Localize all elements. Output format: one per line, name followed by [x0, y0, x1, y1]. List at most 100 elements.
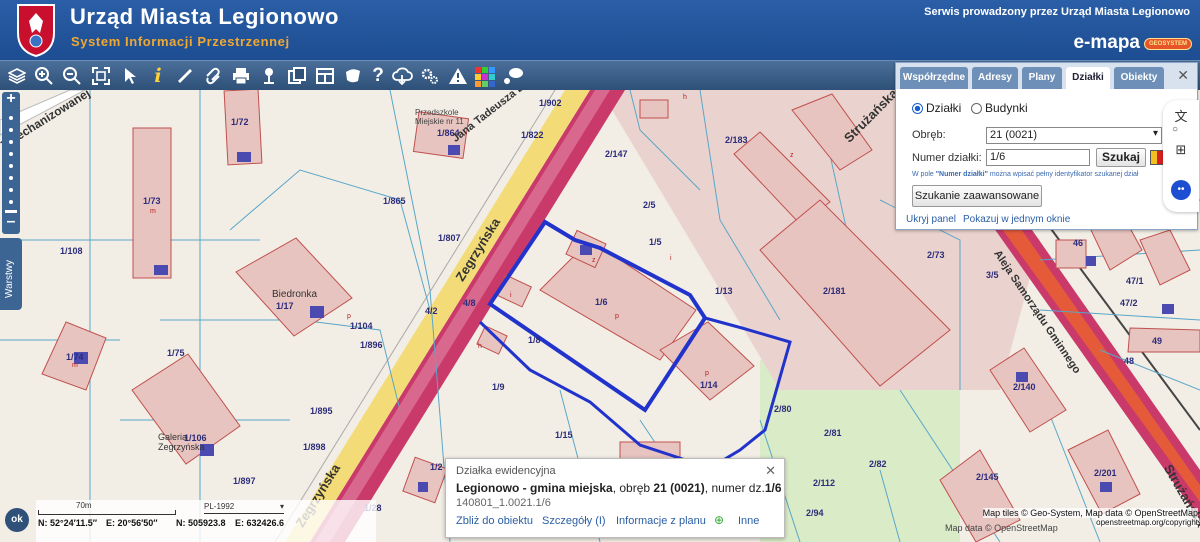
parcel-label: 1/5: [649, 237, 662, 247]
color-picker-icon[interactable]: [1150, 150, 1164, 165]
numer-label: Numer działki:: [912, 152, 982, 164]
window-icon[interactable]: [313, 64, 337, 88]
ok-button[interactable]: ok: [5, 508, 29, 532]
tab-adresy[interactable]: Adresy: [972, 67, 1018, 89]
galeria-label: Galeria Zegrzyńska: [158, 432, 205, 452]
app-subtitle: System Informacji Przestrzennej: [71, 34, 290, 49]
parcel-label: 1/897: [233, 476, 256, 486]
more-link[interactable]: Inne: [738, 515, 759, 527]
geosystem-logo: GEOSYSTEM: [1144, 38, 1192, 50]
parcel-label: 2/140: [1013, 382, 1036, 392]
school-label: Przedszkole Miejskie nr 11: [415, 108, 464, 126]
parcel-label: 1/15: [555, 430, 573, 440]
parcel-label: 2/81: [824, 428, 842, 438]
parcel-label: 1/9: [492, 382, 505, 392]
app-title: Urząd Miasta Legionowo: [70, 4, 339, 29]
pointer-icon[interactable]: [118, 64, 142, 88]
mosaic-icon[interactable]: [472, 64, 496, 88]
info-icon[interactable]: i: [146, 64, 170, 88]
measure-icon[interactable]: [173, 64, 197, 88]
attribution-tiles: Map tiles © Geo-System, Map data © OpenS…: [982, 508, 1198, 518]
settings-icon[interactable]: [418, 64, 442, 88]
pin-icon[interactable]: [257, 64, 281, 88]
apps-icon[interactable]: ⊞: [1171, 142, 1191, 162]
zoom-to-object-link[interactable]: Zbliż do obiektu: [456, 515, 533, 527]
attribution-data: Map data © OpenStreetMap: [945, 523, 1058, 533]
shape-icon[interactable]: [341, 64, 365, 88]
add-icon[interactable]: ⊕: [714, 513, 724, 527]
zoom-minus-button[interactable]: –: [2, 213, 20, 231]
side-tools: 文 ○ ⊞ ••: [1163, 100, 1199, 212]
warning-icon[interactable]: [446, 64, 470, 88]
hide-panel-link[interactable]: Ukryj panel: [906, 214, 956, 225]
translate-icon[interactable]: 文: [1171, 106, 1191, 126]
northing-readout: N: 505923.8: [176, 518, 226, 528]
parcel-label: 1/902: [539, 98, 562, 108]
parcel-label: 1/72: [231, 117, 249, 127]
parcel-label: 2/82: [869, 459, 887, 469]
lon-readout: E: 20°56′50″: [106, 518, 158, 528]
scale-bar: [38, 510, 176, 515]
parcel-label: 47/2: [1120, 298, 1138, 308]
obreb-select[interactable]: 21 (0021) ▾: [986, 127, 1162, 144]
parcel-label: 2/201: [1094, 468, 1117, 478]
parcel-label: 4/2: [425, 306, 438, 316]
tab-obiekty[interactable]: Obiekty: [1114, 67, 1164, 89]
plan-info-link[interactable]: Informacje z planu: [616, 515, 706, 527]
single-window-link[interactable]: Pokazuj w jednym oknie: [963, 214, 1070, 225]
tab-dzialki[interactable]: Działki: [1066, 67, 1110, 89]
search-button[interactable]: Szukaj: [1096, 148, 1146, 167]
search-hint: W pole "Numer działki" można wpisać pełn…: [912, 171, 1139, 178]
close-icon[interactable]: ✕: [1177, 67, 1189, 84]
close-icon[interactable]: ✕: [765, 463, 776, 479]
easting-readout: E: 632426.6: [235, 518, 285, 528]
parcel-label: 1/822: [521, 130, 544, 140]
parcel-label: 1/74: [66, 352, 84, 362]
parcel-label: 4/8: [463, 298, 476, 308]
parcel-label: 1/6: [595, 297, 608, 307]
numer-dzialki-input[interactable]: 1/6: [986, 149, 1090, 166]
parcel-label: 2/94: [806, 508, 824, 518]
layers-icon[interactable]: [5, 64, 29, 88]
parcel-label: 1/896: [360, 340, 383, 350]
parcel-label: 1/17: [276, 301, 294, 311]
attribution-osm-link[interactable]: openstreetmap.org/copyright: [1096, 518, 1198, 527]
radio-dzialki[interactable]: Działki: [912, 101, 961, 115]
popup-title: Działka ewidencyjna: [456, 465, 556, 477]
assistant-icon[interactable]: ••: [1171, 180, 1191, 200]
details-link[interactable]: Szczegóły (I): [542, 515, 606, 527]
parcel-label: 48: [1124, 356, 1135, 366]
parcel-label: 49: [1152, 336, 1163, 346]
tab-wspolrzedne[interactable]: Współrzędne: [900, 67, 968, 89]
download-icon[interactable]: [390, 64, 414, 88]
emapa-logo: e-mapa: [1073, 32, 1140, 53]
crs-select[interactable]: PL-1992 ▾: [204, 502, 284, 514]
tab-plany[interactable]: Plany: [1022, 67, 1062, 89]
biedronka-label: Biedronka: [272, 289, 318, 300]
copy-icon[interactable]: [285, 64, 309, 88]
parcel-label: 1/807: [438, 233, 461, 243]
parcel-label: 1/898: [303, 442, 326, 452]
layers-tab[interactable]: Warstwy: [0, 238, 22, 310]
zoom-extent-icon[interactable]: [89, 64, 113, 88]
zoom-in-icon[interactable]: [32, 64, 56, 88]
parcel-label: 2/145: [976, 472, 999, 482]
radio-budynki[interactable]: Budynki: [971, 101, 1028, 115]
zoom-slider[interactable]: + –: [2, 90, 20, 234]
zoom-out-icon[interactable]: [60, 64, 84, 88]
circle-icon[interactable]: ○: [1165, 124, 1185, 144]
advanced-search-button[interactable]: Szukanie zaawansowane: [912, 185, 1042, 207]
popup-description: Legionowo - gmina miejska, obręb 21 (002…: [456, 481, 782, 495]
parcel-label: 1/895: [310, 406, 333, 416]
service-note: Serwis prowadzony przez Urząd Miasta Leg…: [924, 6, 1190, 18]
parcel-label: 46: [1073, 238, 1084, 248]
scale-label: 70m: [76, 501, 92, 510]
chat-icon[interactable]: [501, 64, 525, 88]
print-icon[interactable]: [229, 64, 253, 88]
parcel-label: 1/8: [528, 335, 541, 345]
app-root: Urząd Miasta Legionowo System Informacji…: [0, 0, 1200, 542]
link-icon[interactable]: [201, 64, 225, 88]
help-icon[interactable]: ?: [366, 64, 390, 88]
zoom-plus-button[interactable]: +: [2, 90, 20, 108]
parcel-label: 1/865: [383, 196, 406, 206]
